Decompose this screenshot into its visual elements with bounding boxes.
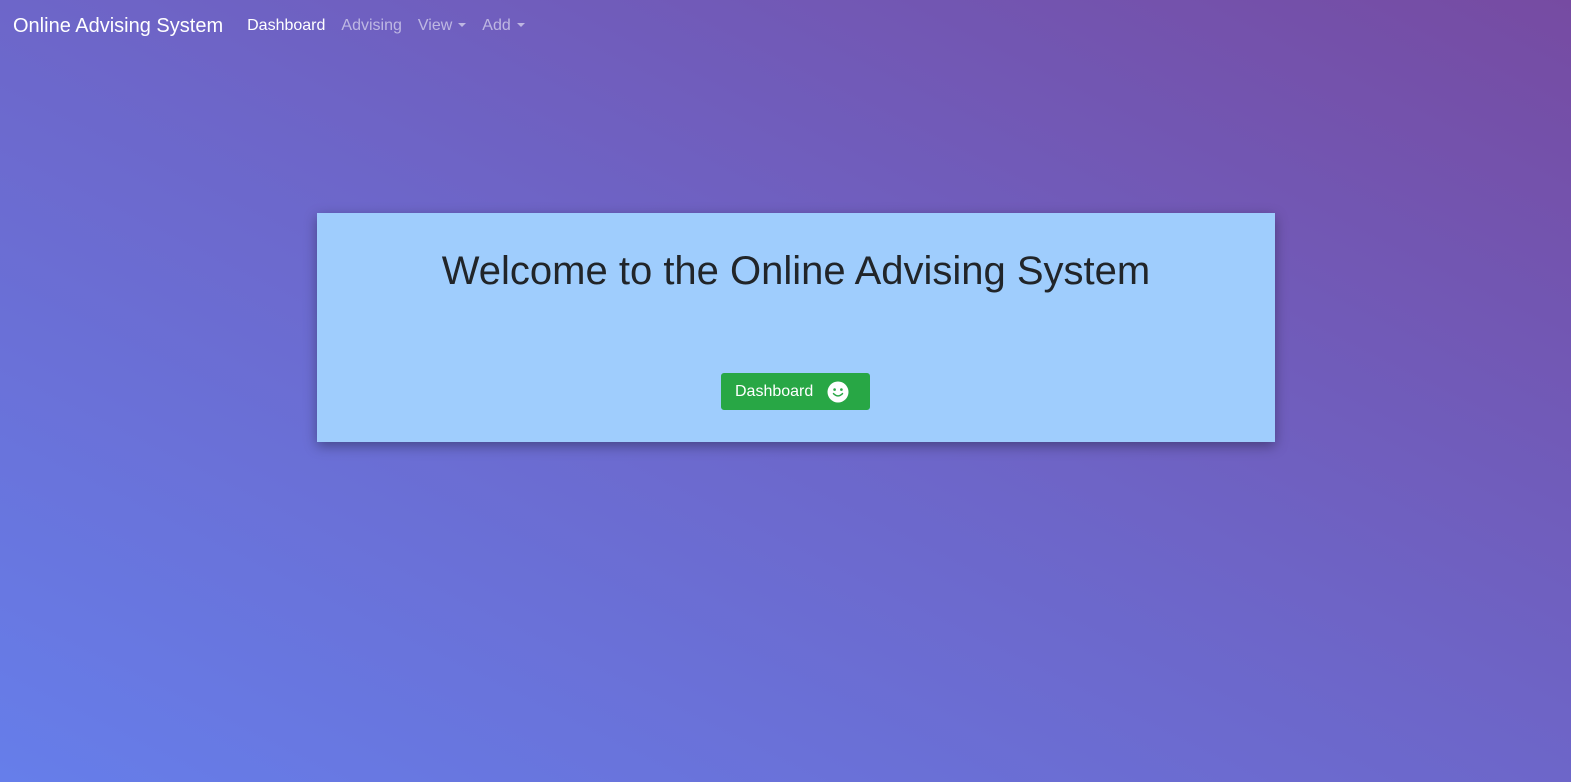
dashboard-button-label: Dashboard	[735, 382, 814, 400]
caret-down-icon	[516, 23, 525, 27]
welcome-title: Welcome to the Online Advising System	[441, 249, 1151, 293]
nav-item-dashboard-label: Dashboard	[247, 17, 326, 34]
nav-item-advising-label: Advising	[341, 17, 402, 34]
navbar-brand[interactable]: Online Advising System	[13, 15, 223, 38]
dashboard-button[interactable]: Dashboard	[721, 373, 870, 410]
nav-item-advising[interactable]: Advising	[341, 17, 401, 35]
nav-item-view-dropdown[interactable]: View	[417, 17, 467, 35]
nav-item-add-dropdown[interactable]: Add	[482, 17, 525, 35]
nav-item-add-label: Add	[482, 17, 511, 34]
top-navbar: Online Advising System Dashboard Advisin…	[0, 0, 1571, 52]
nav-item-view-label: View	[417, 17, 453, 34]
welcome-card: Welcome to the Online Advising System Da…	[317, 213, 1275, 442]
smiley-icon	[827, 381, 849, 402]
nav-item-dashboard[interactable]: Dashboard	[247, 17, 325, 35]
caret-down-icon	[458, 23, 467, 27]
